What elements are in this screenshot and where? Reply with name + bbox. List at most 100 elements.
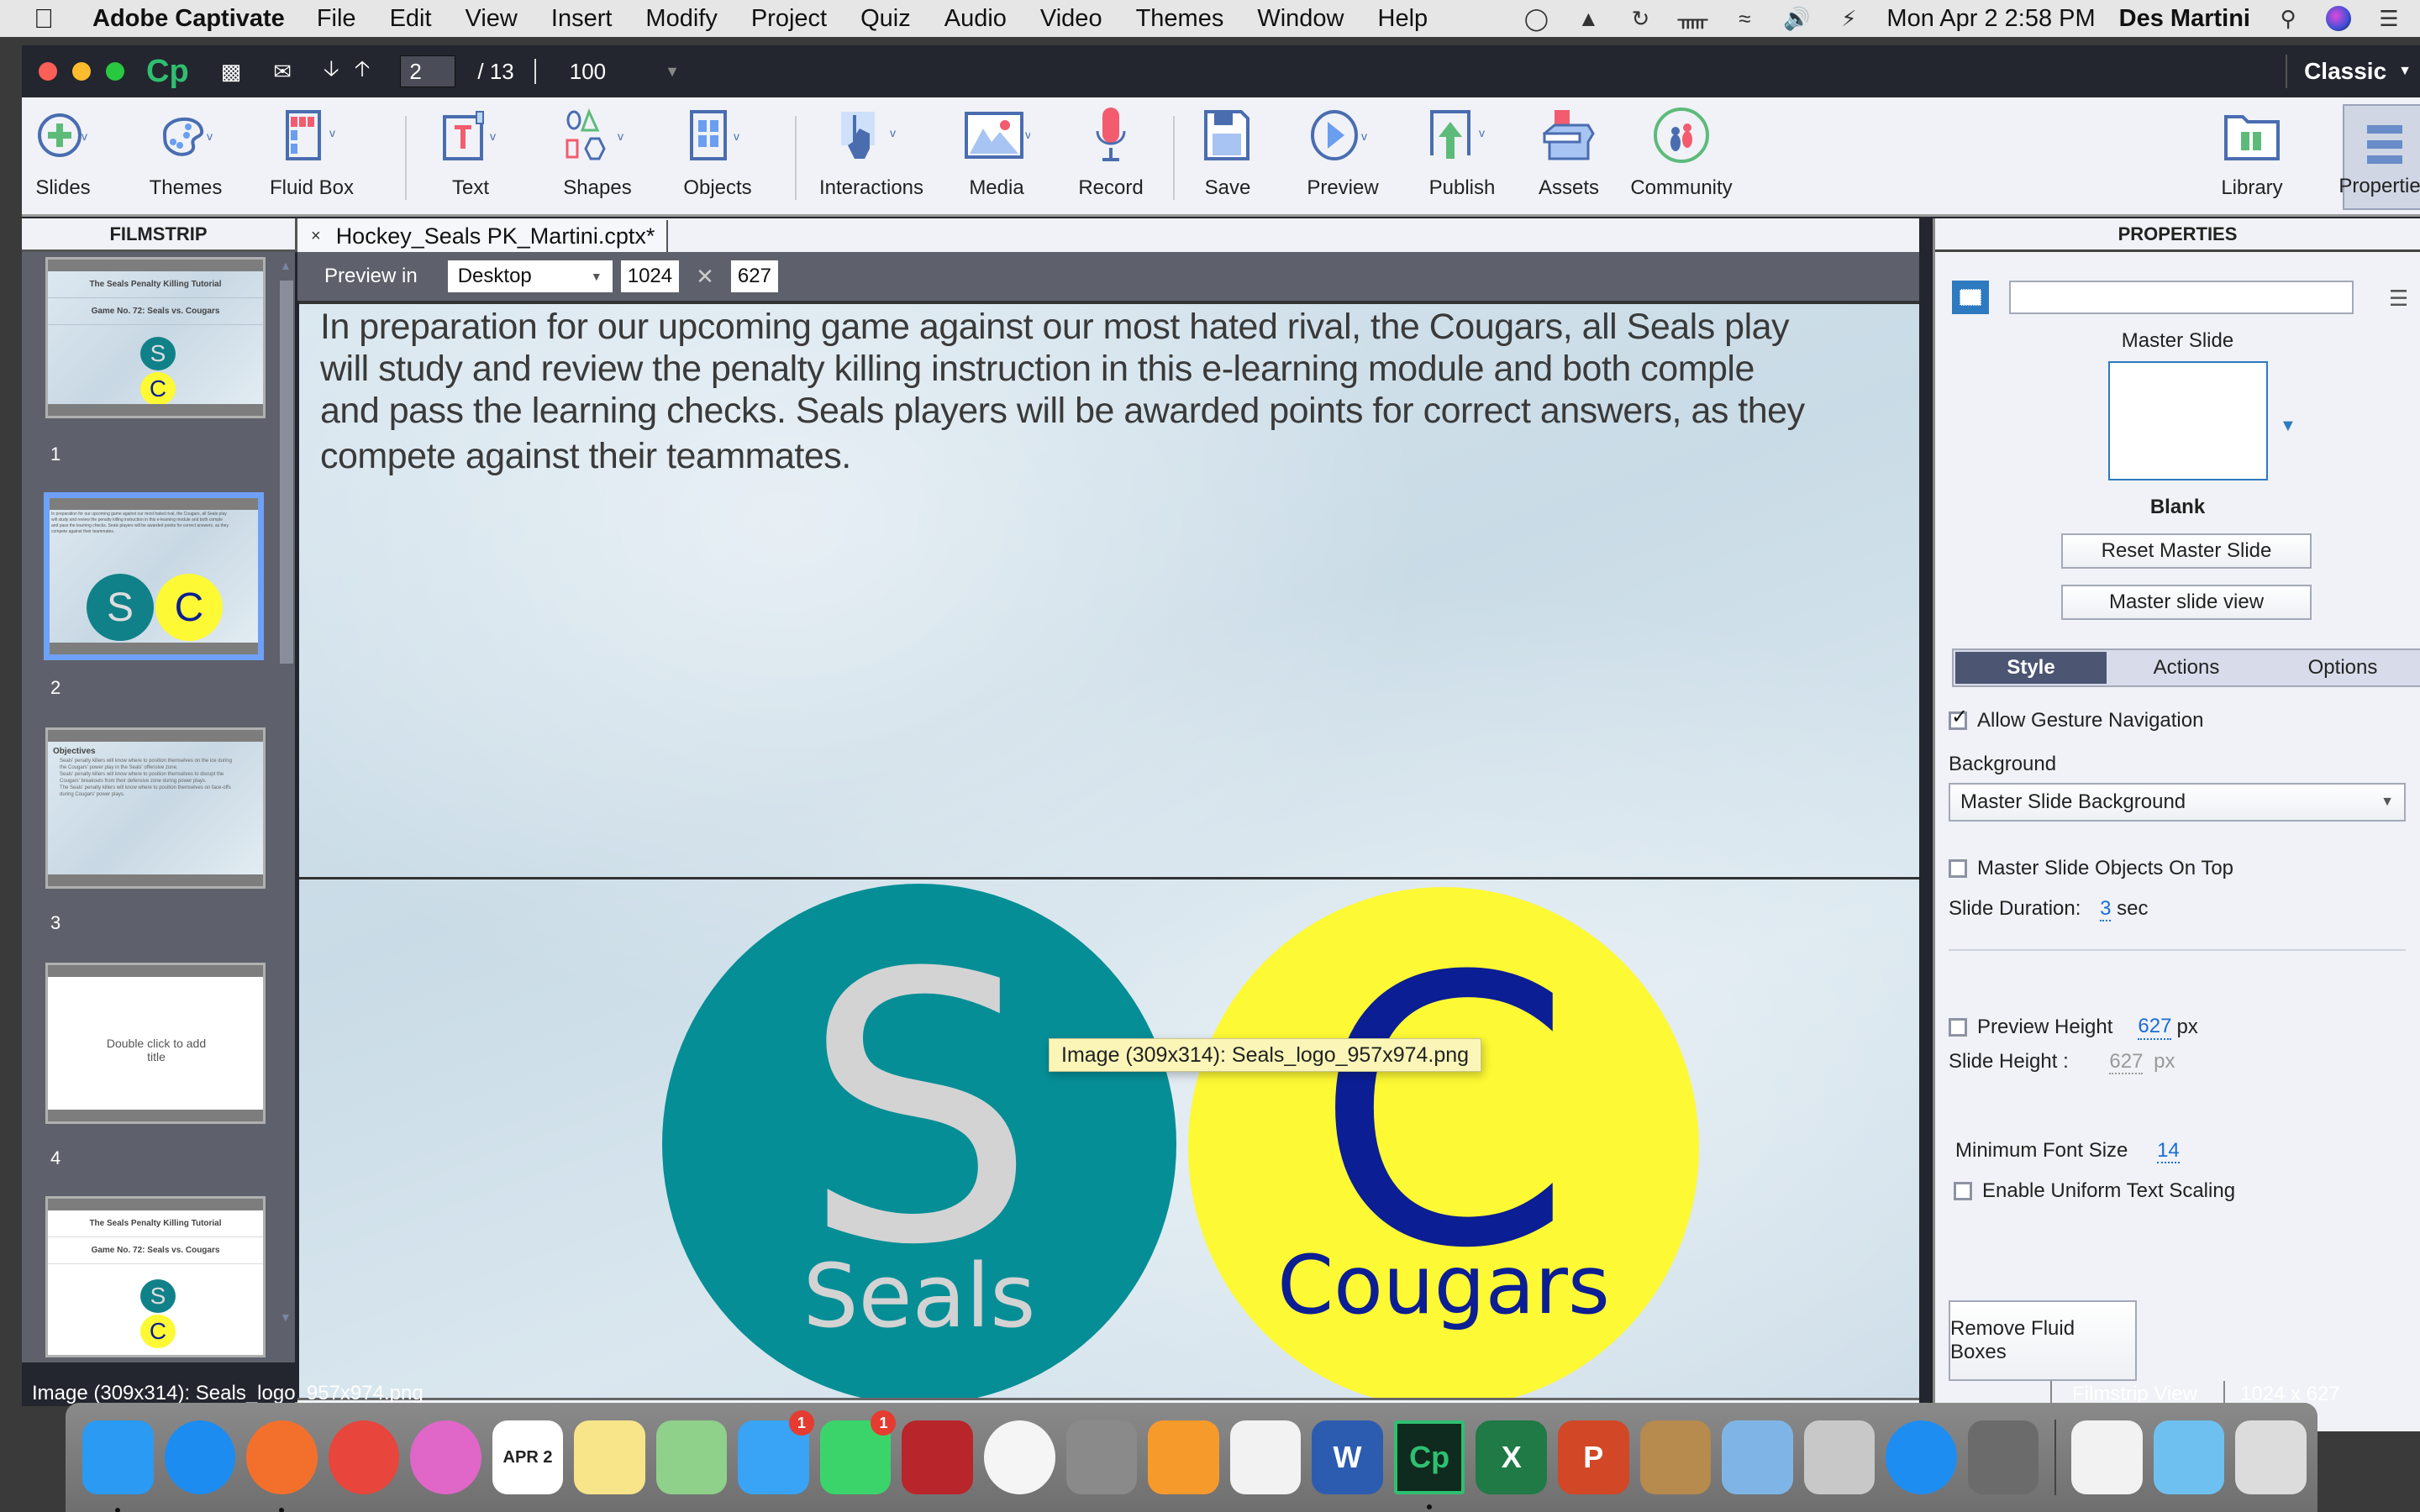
user-menu[interactable]: Des Martini [2119, 5, 2250, 33]
record-screen-icon[interactable]: ▩ [221, 59, 242, 85]
tab-options[interactable]: Options [2265, 650, 2420, 685]
photo-booth-icon[interactable] [902, 1420, 974, 1494]
siri-icon[interactable] [2326, 6, 2351, 31]
time-machine-icon[interactable]: ↻ [1626, 6, 1655, 31]
seals-logo-image[interactable]: S Seals [662, 884, 1176, 1398]
workspace-label[interactable]: Classic [2304, 58, 2386, 85]
toolbar-preview-button[interactable]: v Preview [1301, 97, 1385, 217]
close-tab-icon[interactable]: × [311, 227, 321, 246]
reset-master-slide-button[interactable]: Reset Master Slide [2061, 533, 2312, 569]
mail-icon[interactable] [1722, 1420, 1793, 1494]
toolbar-properties-button[interactable]: Properties [2338, 104, 2420, 210]
preview-device-select[interactable]: Desktop ▼ [447, 260, 613, 292]
app-menu[interactable]: Adobe Captivate [92, 5, 285, 33]
checkbox-icon[interactable] [1949, 1018, 1967, 1037]
filmstrip-slide-5[interactable]: The Seals Penalty Killing Tutorial Game … [45, 1196, 266, 1357]
app-store-icon[interactable] [1886, 1420, 1957, 1494]
calculator-icon[interactable] [1065, 1420, 1138, 1494]
menu-window[interactable]: Window [1257, 5, 1344, 33]
safari-icon[interactable] [164, 1420, 236, 1494]
master-slide-view-button[interactable]: Master slide view [2061, 585, 2312, 620]
maps-icon[interactable] [655, 1420, 728, 1494]
notification-center-icon[interactable]: ☰ [2375, 6, 2403, 31]
minimize-window-button[interactable] [72, 62, 91, 81]
menu-insert[interactable]: Insert [551, 5, 613, 33]
slide-stage[interactable]: In preparation for our upcoming game aga… [299, 301, 1919, 1398]
notes-icon[interactable] [574, 1420, 645, 1494]
folder-icon[interactable] [2153, 1420, 2225, 1494]
numbers-icon[interactable] [1229, 1420, 1302, 1494]
toolbar-assets-button[interactable]: Assets [1539, 97, 1599, 217]
preview-height-checkbox[interactable]: Preview Height 627 px [1949, 1015, 2198, 1040]
captivate-icon[interactable]: Cp [1393, 1420, 1465, 1509]
scroll-down-arrow-icon[interactable]: ▼ [280, 1310, 292, 1324]
checkbox-checked-icon[interactable] [1949, 711, 1968, 730]
workspace-switcher[interactable]: Classic ▼ [2286, 45, 2420, 97]
filmstrip-slide-3[interactable]: Objectives Seals' penalty killers will k… [45, 727, 266, 889]
airplay-icon[interactable]: ▲ [1574, 6, 1602, 31]
slide-text-caption[interactable]: In preparation for our upcoming game aga… [320, 306, 1919, 477]
filmstrip-slide-4[interactable]: Double click to add title [45, 963, 266, 1124]
toolbar-community-button[interactable]: Community [1627, 97, 1736, 217]
toolbar-themes-button[interactable]: v Themes [148, 97, 224, 217]
toolbar-shapes-button[interactable]: v Shapes [551, 97, 644, 217]
object-name-input[interactable] [2009, 281, 2354, 314]
menu-view[interactable]: View [466, 5, 518, 33]
menu-edit[interactable]: Edit [390, 5, 432, 33]
menu-modify[interactable]: Modify [645, 5, 717, 33]
menu-video[interactable]: Video [1040, 5, 1102, 33]
toolbar-record-button[interactable]: Record [1077, 97, 1144, 217]
zoom-dropdown-arrow-icon[interactable]: ▼ [665, 63, 680, 81]
toolbar-interactions-button[interactable]: v Interactions [818, 97, 924, 217]
word-icon[interactable]: W [1312, 1420, 1383, 1494]
toolbar-text-button[interactable]: v Text [429, 97, 513, 217]
chrome-icon[interactable] [328, 1420, 400, 1494]
menu-audio[interactable]: Audio [944, 5, 1007, 33]
filmstrip-scrollbar[interactable]: ▲ ▼ [278, 257, 295, 1324]
toolbar-objects-button[interactable]: v Objects [676, 97, 760, 217]
tab-style[interactable]: Style [1955, 652, 2107, 684]
checkbox-icon[interactable] [1954, 1182, 1972, 1200]
filmstrip-slide-1[interactable]: The Seals Penalty Killing Tutorial Game … [45, 257, 266, 418]
pages-icon[interactable] [1148, 1420, 1219, 1494]
preview-height-value[interactable]: 627 [2138, 1015, 2172, 1040]
menu-help[interactable]: Help [1378, 5, 1428, 33]
apple-menu-icon[interactable]:  [34, 3, 67, 34]
min-font-size-value[interactable]: 14 [2157, 1139, 2180, 1163]
trash-icon[interactable] [2235, 1420, 2307, 1494]
previous-slide-arrow-icon[interactable]: 🡡 [355, 53, 371, 90]
facetime-icon[interactable]: 1 [819, 1410, 897, 1494]
spotlight-search-icon[interactable]: ⚲ [2274, 6, 2302, 31]
remove-fluid-boxes-button[interactable]: Remove Fluid Boxes [1949, 1300, 2137, 1381]
background-select[interactable]: Master Slide Background ▼ [1949, 783, 2406, 822]
itunes-icon[interactable] [410, 1420, 481, 1494]
finder-icon[interactable] [82, 1420, 154, 1512]
creative-cloud-icon[interactable]: ◯ [1522, 6, 1550, 31]
preview-width-input[interactable]: 1024 [620, 260, 680, 292]
toolbar-save-button[interactable]: Save [1198, 97, 1257, 217]
checkbox-icon[interactable] [1949, 859, 1967, 878]
cougars-logo-image[interactable]: C Cougars [1188, 887, 1699, 1398]
dvd-player-icon[interactable] [1803, 1420, 1876, 1494]
toolbar-fluid-box-button[interactable]: v Fluid Box [266, 97, 358, 217]
tab-actions[interactable]: Actions [2108, 650, 2265, 685]
messages-icon[interactable]: 1 [738, 1410, 814, 1494]
photos-icon[interactable] [984, 1420, 1055, 1494]
close-window-button[interactable] [39, 62, 57, 81]
toolbar-library-button[interactable]: Library [2218, 97, 2286, 217]
powerpoint-icon[interactable]: P [1557, 1420, 1629, 1494]
toolbar-slides-button[interactable]: v Slides [34, 97, 92, 217]
wifi-icon[interactable]: ≈ [1730, 6, 1759, 31]
email-icon[interactable]: ✉ [273, 59, 292, 85]
menu-project[interactable]: Project [751, 5, 827, 33]
panel-menu-icon[interactable]: ☰ [2389, 286, 2408, 312]
zoom-window-button[interactable] [106, 62, 124, 81]
system-preferences-icon[interactable] [1967, 1420, 2039, 1494]
menu-quiz[interactable]: Quiz [860, 5, 911, 33]
firefox-icon[interactable] [246, 1420, 318, 1512]
document-stack-icon[interactable] [2071, 1420, 2143, 1494]
scrollbar-thumb[interactable] [280, 281, 293, 664]
scroll-up-arrow-icon[interactable]: ▲ [280, 259, 292, 272]
toolbar-media-button[interactable]: v Media [956, 97, 1037, 217]
preview-height-input[interactable]: 627 [730, 260, 778, 292]
